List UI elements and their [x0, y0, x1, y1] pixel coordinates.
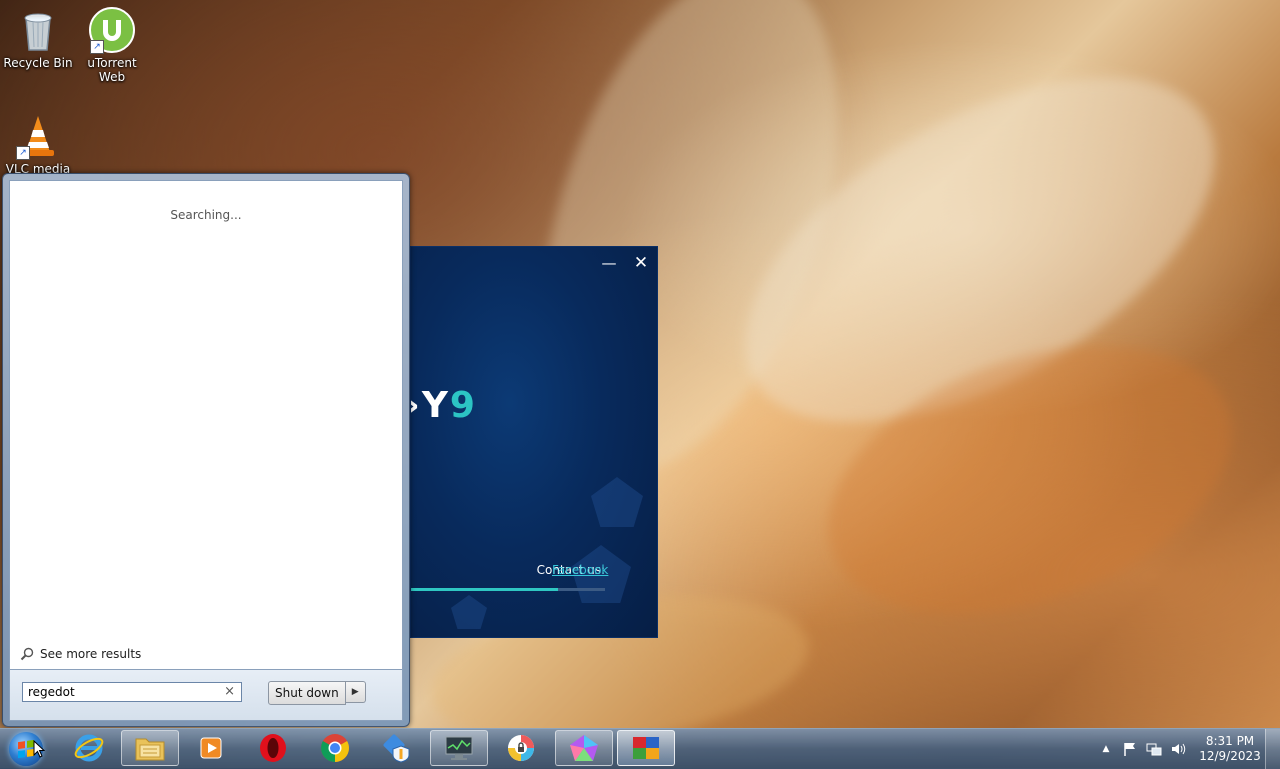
shutdown-button[interactable]: Shut down	[268, 681, 346, 705]
chrome-icon	[321, 734, 349, 762]
taskbar-button-file-explorer[interactable]	[121, 730, 179, 766]
start-menu: Searching... See more results × Shut dow…	[2, 173, 410, 727]
network-icon[interactable]	[1146, 741, 1162, 757]
logo-number: 9	[449, 385, 477, 426]
desktop-icon-vlc[interactable]: ↗ VLC media	[0, 106, 76, 176]
show-hidden-icons-button[interactable]: ▲	[1098, 741, 1114, 757]
shutdown-group: Shut down ▶	[268, 681, 366, 705]
taskbar-button-media-player[interactable]	[182, 730, 240, 766]
windows-logo-icon	[18, 739, 34, 759]
taskbar-button-chrome[interactable]	[306, 730, 364, 766]
minimize-button[interactable]: —	[597, 253, 621, 273]
show-desktop-button[interactable]	[1265, 729, 1280, 769]
desktop-icon-utorrent[interactable]: ↗ uTorrent Web	[74, 0, 150, 84]
taskbar-button-pentagon-app[interactable]	[555, 730, 613, 766]
monitor-app-icon	[445, 736, 473, 760]
desktop-icon-label: uTorrent Web	[87, 56, 137, 84]
searching-status: Searching...	[170, 208, 242, 222]
taskbar: ▲ 8:31 PM 12/9/2023	[0, 728, 1280, 769]
clock-date: 12/9/2023	[1199, 749, 1261, 763]
shutdown-options-arrow[interactable]: ▶	[345, 681, 366, 703]
internet-explorer-icon	[74, 734, 104, 762]
taskbar-button-avg[interactable]	[617, 730, 675, 766]
taskbar-button-opera[interactable]	[244, 730, 302, 766]
opera-icon	[260, 734, 286, 762]
see-more-results-link[interactable]: See more results	[20, 645, 141, 663]
taskbar-button-network-shield[interactable]	[368, 730, 426, 766]
start-button[interactable]	[6, 731, 46, 767]
logo-text: ›Y	[411, 385, 450, 426]
desktop-icon-label: Recycle Bin	[3, 56, 73, 70]
see-more-label: See more results	[40, 647, 142, 661]
loading-progress-fill	[411, 588, 559, 591]
start-menu-footer: × Shut down ▶	[9, 670, 403, 721]
taskbar-button-monitor-app[interactable]	[430, 730, 488, 766]
shortcut-arrow-icon: ↗	[16, 146, 30, 160]
network-shield-icon	[383, 734, 410, 763]
search-box[interactable]: ×	[22, 682, 242, 702]
vlc-icon: ↗	[14, 112, 62, 160]
decorative-pentagon	[591, 477, 643, 527]
decorative-pentagon	[451, 595, 487, 629]
facebook-link[interactable]: Facebook	[552, 563, 608, 577]
search-input[interactable]	[28, 685, 218, 699]
loading-progress-bar	[411, 588, 605, 591]
shortcut-arrow-icon: ↗	[90, 40, 104, 54]
file-explorer-icon	[135, 738, 165, 761]
avg-icon	[633, 737, 659, 759]
pentagon-app-icon	[570, 735, 598, 761]
app-logo: ›Y9	[411, 385, 477, 426]
vpn-lock-icon	[508, 735, 534, 761]
clock-time: 8:31 PM	[1205, 734, 1255, 748]
splash-window: — ✕ ›Y9 Contact us: Facebook	[410, 246, 658, 638]
desktop-icon-recycle-bin[interactable]: Recycle Bin	[0, 0, 76, 70]
recycle-bin-icon	[14, 6, 62, 54]
taskbar-button-internet-explorer[interactable]	[60, 730, 118, 766]
system-clock[interactable]: 8:31 PM 12/9/2023	[1190, 734, 1270, 764]
media-player-icon	[200, 737, 222, 759]
utorrent-icon: ↗	[88, 6, 136, 54]
close-button[interactable]: ✕	[629, 253, 653, 273]
search-results-pane: Searching... See more results	[9, 180, 403, 670]
action-center-flag-icon[interactable]	[1122, 741, 1138, 757]
taskbar-button-vpn-lock[interactable]	[492, 730, 550, 766]
clear-search-button[interactable]: ×	[224, 684, 235, 699]
magnifier-icon	[20, 647, 34, 661]
volume-icon[interactable]	[1170, 741, 1186, 757]
